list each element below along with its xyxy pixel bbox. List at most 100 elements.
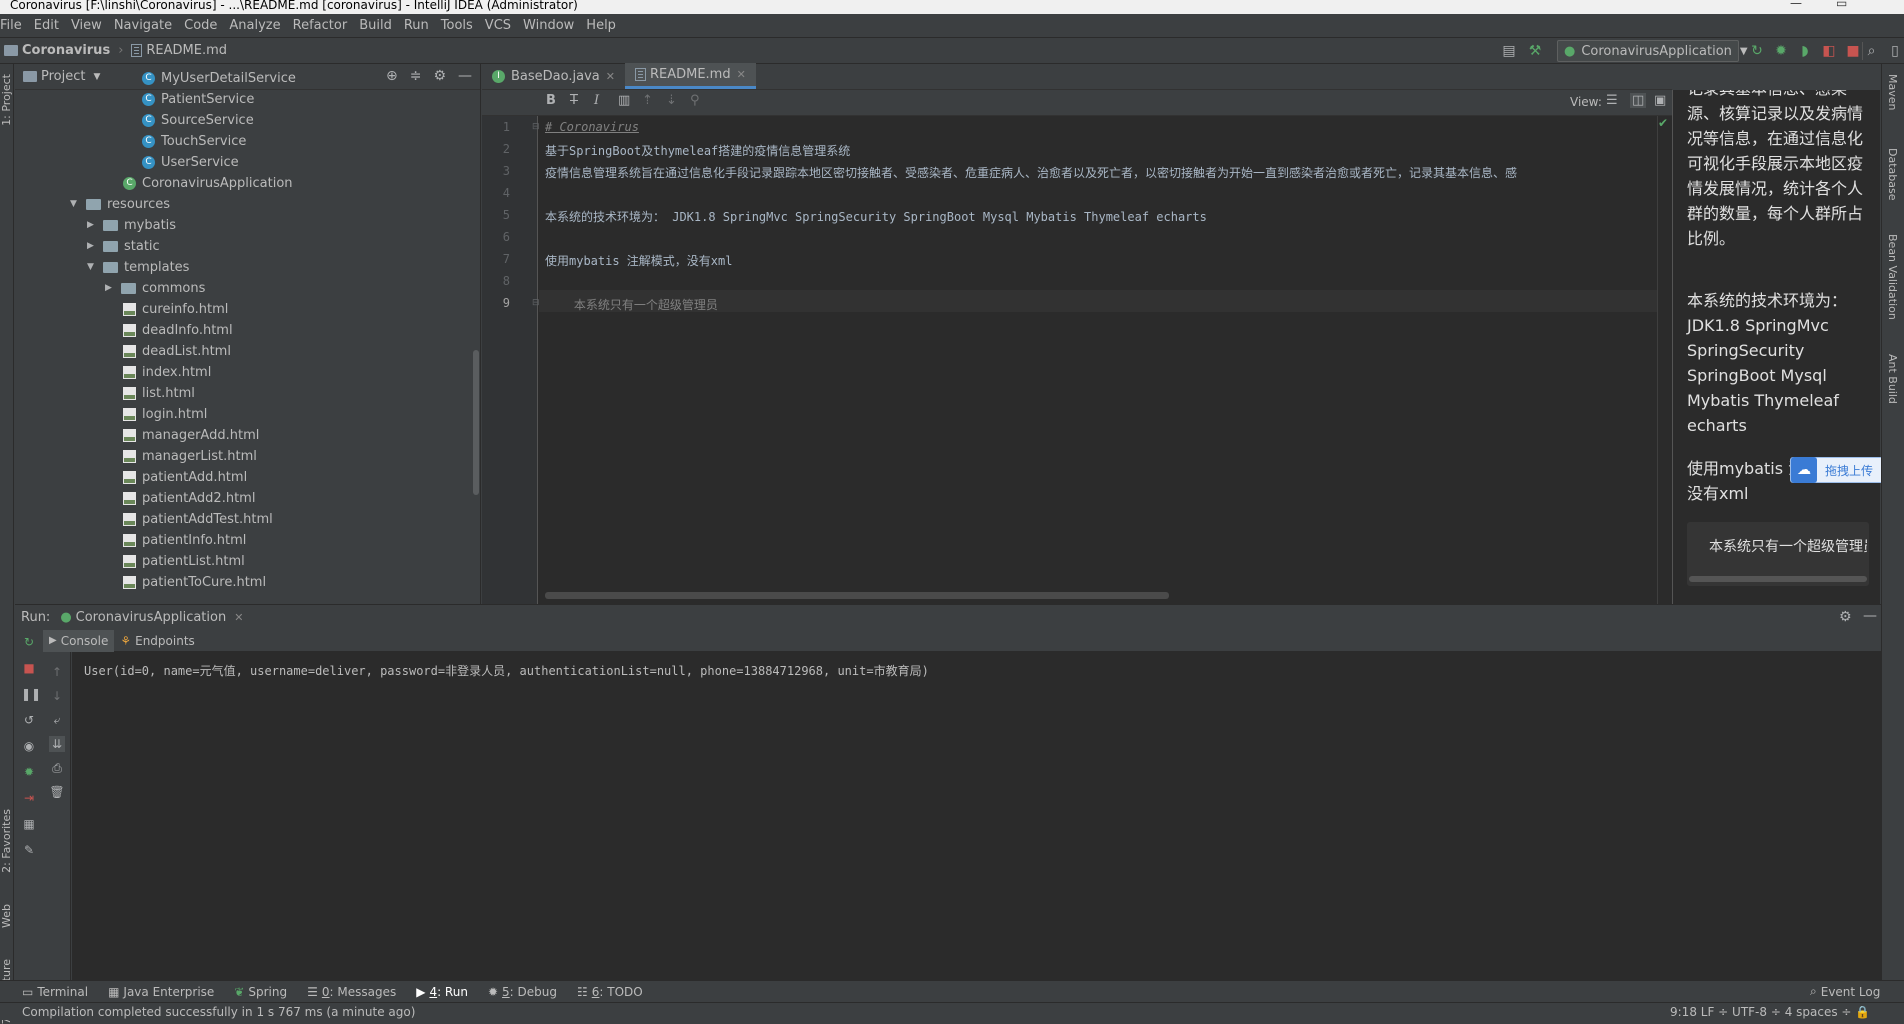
tree-item[interactable]: patientAdd.html: [123, 467, 247, 488]
menu-navigate[interactable]: Navigate: [108, 18, 178, 33]
gear-icon[interactable]: ⚙: [1839, 609, 1852, 625]
tab-console[interactable]: ▶ Console: [43, 629, 115, 652]
tree-item[interactable]: patientAddTest.html: [123, 509, 273, 530]
stop-icon[interactable]: ■: [1844, 42, 1862, 60]
tool-window-database[interactable]: Database: [1886, 148, 1899, 201]
code-icon[interactable]: ▥: [618, 93, 630, 108]
project-structure-icon[interactable]: ▤: [1500, 42, 1518, 60]
editor-horizontal-scrollbar[interactable]: [545, 592, 1169, 599]
search-icon[interactable]: ⌕: [1862, 42, 1880, 60]
close-icon[interactable]: ✕: [606, 70, 615, 83]
rerun-icon[interactable]: ↻: [21, 634, 37, 650]
menu-file[interactable]: File: [0, 18, 28, 33]
tree-item[interactable]: patientToCure.html: [123, 572, 266, 593]
menu-run[interactable]: Run: [398, 18, 435, 33]
menu-refactor[interactable]: Refactor: [287, 18, 354, 33]
tree-item[interactable]: patientList.html: [123, 551, 245, 572]
breadcrumb-file[interactable]: README.md: [146, 43, 227, 58]
tab-basedao[interactable]: I BaseDao.java ✕: [482, 63, 625, 89]
code-line[interactable]: 疫情信息管理系统旨在通过信息化手段记录跟踪本地区密切接触者、受感染者、危重症病人…: [545, 164, 1655, 181]
rerun-icon[interactable]: ↻: [1748, 42, 1766, 60]
hide-icon[interactable]: —: [458, 68, 472, 84]
tab-readme[interactable]: README.md ✕: [624, 63, 756, 89]
scroll-to-end-icon[interactable]: ⇊: [49, 736, 65, 752]
tree-item[interactable]: ▼ resources: [70, 194, 170, 215]
tab-endpoints[interactable]: ⚘ Endpoints: [114, 630, 200, 652]
tool-run[interactable]: ▶ 4: Run: [416, 985, 468, 999]
build-hammer-icon[interactable]: ⚒: [1526, 42, 1544, 60]
code-line[interactable]: 基于SpringBoot及thymeleaf搭建的疫情信息管理系统: [545, 142, 1655, 159]
tree-item[interactable]: C UserService: [142, 152, 239, 173]
down-arrow-icon[interactable]: ↓: [49, 688, 65, 704]
maximize-button[interactable]: ▭: [1836, 0, 1847, 9]
project-panel-title[interactable]: Project: [41, 69, 85, 84]
menu-analyze[interactable]: Analyze: [223, 18, 286, 33]
sidebar-toggle-icon[interactable]: ▯: [1886, 42, 1904, 60]
strikethrough-icon[interactable]: T: [570, 93, 578, 108]
link-icon[interactable]: ⚲: [690, 93, 700, 108]
header-down-icon[interactable]: ⇣: [666, 93, 677, 108]
tree-item[interactable]: login.html: [123, 404, 207, 425]
console-output[interactable]: [72, 652, 1881, 980]
tool-window-favorites[interactable]: 2: Favorites: [0, 809, 13, 873]
code-line[interactable]: # Coronavirus: [545, 120, 1655, 134]
inspection-ok-icon[interactable]: ✔: [1658, 116, 1668, 130]
code-line[interactable]: 使用mybatis 注解模式，没有xml: [545, 252, 1655, 269]
menu-view[interactable]: View: [65, 18, 108, 33]
minimize-button[interactable]: —: [1790, 0, 1802, 9]
gear-run-icon[interactable]: ✹: [21, 764, 37, 780]
close-icon[interactable]: ✕: [737, 68, 746, 81]
tool-window-ant-build[interactable]: Ant Build: [1886, 354, 1899, 404]
soft-wrap-icon[interactable]: ⤶: [49, 712, 65, 728]
layout-icon[interactable]: ▦: [21, 816, 37, 832]
status-right[interactable]: 9:18 LF ÷ UTF-8 ÷ 4 spaces ÷ 🔒: [1670, 1003, 1870, 1020]
code-line[interactable]: 本系统的技术环境为： JDK1.8 SpringMvc SpringSecuri…: [545, 208, 1655, 225]
tool-window-web[interactable]: Web: [0, 904, 13, 928]
tree-item[interactable]: deadInfo.html: [123, 320, 233, 341]
hide-icon[interactable]: —: [1863, 608, 1877, 624]
tree-item[interactable]: C PatientService: [142, 89, 254, 110]
tree-item[interactable]: index.html: [123, 362, 211, 383]
preview-code-scrollbar[interactable]: [1689, 576, 1867, 582]
chevron-down-icon[interactable]: ▼: [93, 72, 100, 82]
print-icon[interactable]: ⎙: [49, 760, 65, 776]
bold-icon[interactable]: B: [546, 93, 556, 108]
split-view-icon[interactable]: ◫: [1630, 93, 1647, 108]
tool-window-bean-validation[interactable]: Bean Validation: [1886, 234, 1899, 320]
stop-icon[interactable]: ■: [21, 660, 37, 676]
tree-item[interactable]: ▶ static: [87, 236, 160, 257]
collapsed-arrow-icon[interactable]: ▶: [105, 278, 117, 299]
tool-debug[interactable]: ✹ 5: Debug: [488, 985, 557, 999]
header-up-icon[interactable]: ⇡: [642, 93, 653, 108]
editor-only-icon[interactable]: ☰: [1606, 93, 1618, 108]
tree-item[interactable]: C SourceService: [142, 110, 254, 131]
tool-window-maven[interactable]: Maven: [1886, 74, 1899, 110]
profile-icon[interactable]: ◧: [1820, 42, 1838, 60]
project-scrollbar[interactable]: [473, 350, 479, 495]
tool-event-log[interactable]: ⌕ Event Log: [1810, 984, 1880, 999]
gear-icon[interactable]: ⚙: [433, 68, 446, 84]
tool-java-enterprise[interactable]: ▦ Java Enterprise: [108, 985, 214, 999]
locate-icon[interactable]: ⊕: [386, 68, 398, 84]
camera-icon[interactable]: ◉: [21, 738, 37, 754]
menu-help[interactable]: Help: [580, 18, 622, 33]
tree-item[interactable]: managerAdd.html: [123, 425, 259, 446]
menu-edit[interactable]: Edit: [28, 18, 65, 33]
breadcrumb-project[interactable]: Coronavirus: [22, 43, 110, 58]
italic-icon[interactable]: I: [594, 93, 599, 108]
menu-code[interactable]: Code: [178, 18, 223, 33]
menu-tools[interactable]: Tools: [435, 18, 479, 33]
tool-terminal[interactable]: ▭ Terminal: [22, 985, 88, 999]
debug-icon[interactable]: ✹: [1772, 42, 1790, 60]
exit-icon[interactable]: ⇥: [21, 790, 37, 806]
tree-item[interactable]: cureinfo.html: [123, 299, 228, 320]
tree-item[interactable]: deadList.html: [123, 341, 231, 362]
pin-icon[interactable]: ✎: [21, 842, 37, 858]
close-icon[interactable]: ✕: [234, 611, 243, 624]
tree-item[interactable]: C TouchService: [142, 131, 246, 152]
run-config-tab[interactable]: CoronavirusApplication: [76, 610, 227, 625]
tool-todo[interactable]: ☷ 6: TODO: [577, 985, 643, 999]
preview-only-icon[interactable]: ▣: [1654, 93, 1666, 108]
tree-item[interactable]: ▶ mybatis: [87, 215, 176, 236]
trash-icon[interactable]: 🗑: [49, 784, 65, 800]
